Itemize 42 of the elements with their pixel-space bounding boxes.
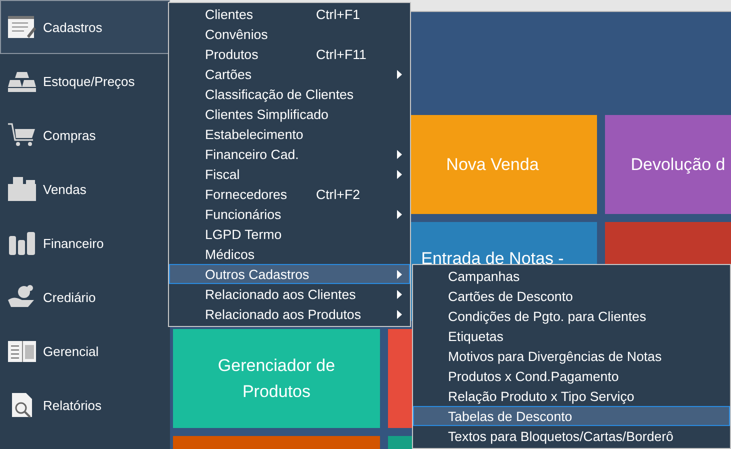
menu-item[interactable]: Condições de Pgto. para Clientes <box>413 306 730 326</box>
sidebar-item[interactable]: Relatórios <box>0 378 170 432</box>
menu-item[interactable]: Médicos <box>169 244 410 264</box>
sidebar-item[interactable]: Financeiro <box>0 216 170 270</box>
sidebar-label: Relatórios <box>43 398 102 412</box>
sidebar-item[interactable]: Cadastros <box>0 0 170 54</box>
sidebar-item[interactable]: Vendas <box>0 162 170 216</box>
tile-label: Devolução d <box>630 154 726 176</box>
sidebar-label: Financeiro <box>43 236 104 250</box>
menu-item[interactable]: Outros Cadastros <box>169 264 410 284</box>
menu-item[interactable]: Textos para Bloquetos/Cartas/Borderô <box>413 426 730 446</box>
hand-coin-icon <box>7 284 37 310</box>
menu-item[interactable]: Clientes Ctrl+F1 <box>169 4 410 24</box>
sidebar-label: Cadastros <box>43 20 102 34</box>
menu-item[interactable]: LGPD Termo <box>169 224 410 244</box>
ledger-icon <box>7 338 37 364</box>
menu-item[interactable]: Relacionado aos Produtos <box>169 304 410 324</box>
tile[interactable]: Devolução d <box>605 115 731 214</box>
tile-label: Nova Venda <box>446 154 539 176</box>
sidebar-item[interactable]: Crediário <box>0 270 170 324</box>
tile-label: Gerenciador de Produtos <box>216 355 336 402</box>
menu-item[interactable]: Relacionado aos Clientes <box>169 284 410 304</box>
shopping-cart-icon <box>7 122 37 148</box>
sidebar-item[interactable]: Estoque/Preços <box>0 54 170 108</box>
menu-item[interactable]: Relação Produto x Tipo Serviço <box>413 386 730 406</box>
sidebar-item[interactable]: Compras <box>0 108 170 162</box>
sidebar-label: Gerencial <box>43 344 99 358</box>
menu-item[interactable]: Convênios <box>169 24 410 44</box>
menu-item[interactable]: Motivos para Divergências de Notas <box>413 346 730 366</box>
menu-item[interactable]: Classificação de Clientes <box>169 84 410 104</box>
menu-item[interactable]: Etiquetas <box>413 326 730 346</box>
menu-item[interactable]: Cartões de Desconto <box>413 286 730 306</box>
menu-item[interactable]: Produtos Ctrl+F11 <box>169 44 410 64</box>
sidebar-label: Estoque/Preços <box>43 74 135 88</box>
sidebar-label: Vendas <box>43 182 86 196</box>
sidebar-item[interactable]: Gerencial <box>0 324 170 378</box>
sidebar-label: Crediário <box>43 290 96 304</box>
menu-item[interactable]: Tabelas de Desconto <box>413 406 730 426</box>
menu-item[interactable]: Cartões <box>169 64 410 84</box>
menu-item[interactable]: Produtos x Cond.Pagamento <box>413 366 730 386</box>
list-pencil-icon <box>7 14 37 40</box>
sidebar-label: Compras <box>43 128 96 142</box>
